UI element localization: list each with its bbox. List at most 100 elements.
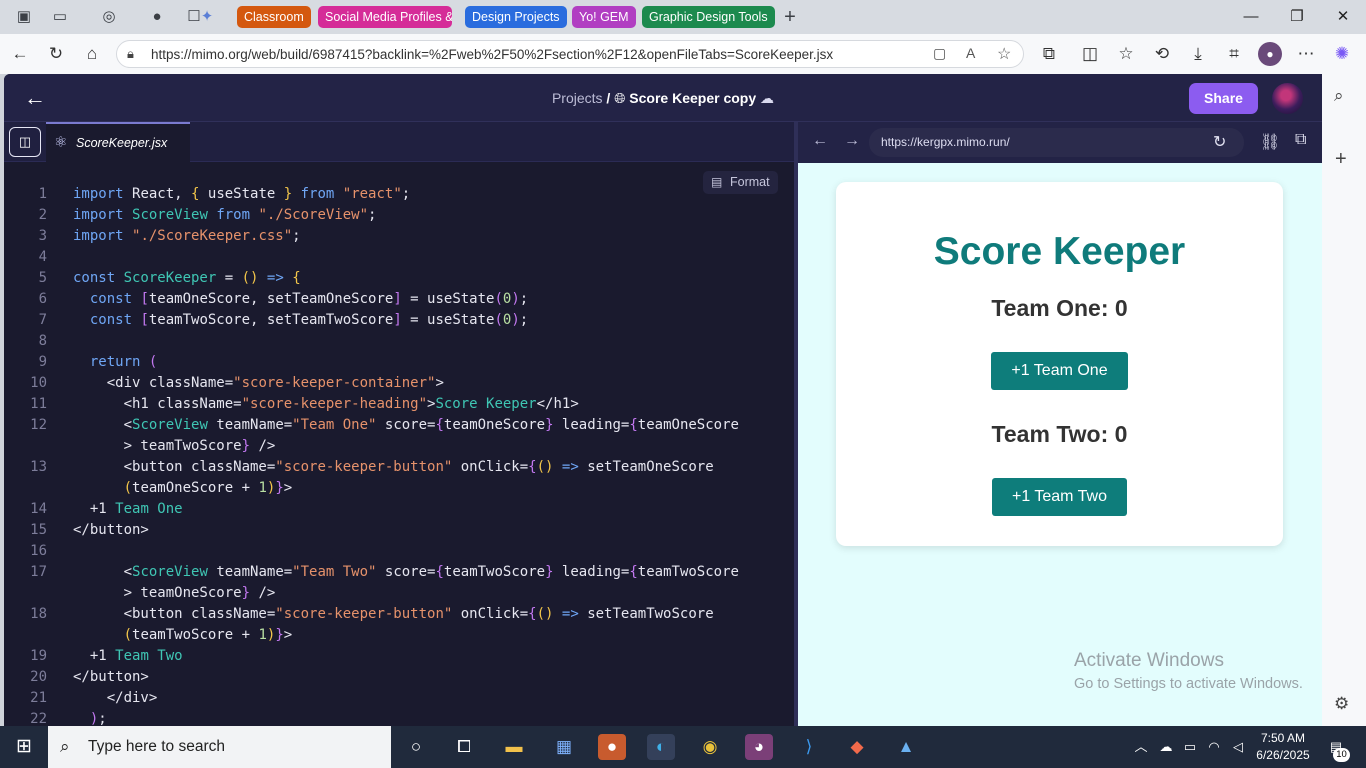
code-token: { [435, 417, 444, 433]
team-one-score: Team One: 0 [991, 295, 1128, 321]
github-tab-icon[interactable]: ● [146, 6, 168, 28]
profile-avatar[interactable]: ● [1258, 42, 1282, 66]
code-line[interactable]: 18 <button className="score-keeper-butto… [4, 604, 794, 625]
read-aloud-icon[interactable]: A [966, 45, 975, 61]
code-text: > teamTwoScore} /> [73, 436, 276, 457]
photos-icon[interactable]: ▲ [892, 734, 920, 760]
volume-icon[interactable]: ◁ [1224, 734, 1252, 760]
code-line[interactable]: 13 <button className="score-keeper-butto… [4, 457, 794, 478]
favorite-star-icon[interactable]: ☆ [997, 44, 1011, 64]
minimize-icon[interactable]: — [1236, 4, 1266, 30]
breadcrumb-projects[interactable]: Projects [552, 90, 603, 106]
share-button[interactable]: Share [1189, 83, 1258, 114]
split-screen-icon[interactable]: ◫ [1078, 42, 1102, 66]
downloads-icon[interactable]: ⤓ [1186, 42, 1210, 66]
code-line[interactable]: 1 import React, { useState } from "react"… [4, 184, 794, 205]
code-line[interactable]: 7 const [teamTwoScore, setTeamTwoScore] … [4, 310, 794, 331]
code-token: </button> [73, 522, 149, 538]
code-line[interactable]: 21 </div> [4, 688, 794, 709]
lock-icon[interactable]: 🔒︎ [127, 46, 134, 62]
preview-reload-icon[interactable]: ↻ [1213, 128, 1226, 157]
app-badge-icon[interactable]: ◕ [745, 734, 773, 760]
code-editor[interactable]: 1 import React, { useState } from "react"… [4, 184, 794, 726]
chrome-icon[interactable]: ◉ [696, 734, 724, 760]
clipboard-icon[interactable]: ▢ [933, 45, 946, 62]
tab-group-yo-gem[interactable]: Yo! GEM [572, 6, 636, 28]
copy-link-icon[interactable]: ⛓ [1260, 132, 1280, 152]
edge-icon[interactable]: ◐ [647, 734, 675, 760]
close-icon[interactable]: ✕ [1328, 4, 1358, 30]
add-icon[interactable]: + [1335, 148, 1347, 171]
more-menu-icon[interactable]: ⋯ [1294, 42, 1318, 66]
code-line[interactable]: 4 [4, 247, 794, 268]
address-bar[interactable]: 🔒︎ https://mimo.org/web/build/6987415?ba… [116, 40, 1024, 68]
code-line[interactable]: 22 ); [4, 709, 794, 726]
code-line[interactable]: > teamTwoScore} /> [4, 436, 794, 457]
figma-icon[interactable]: ◆ [843, 734, 871, 760]
screenshot-icon[interactable]: ⌗ [1222, 42, 1246, 66]
system-clock[interactable]: 7:50 AM 6/26/2025 [1253, 730, 1313, 764]
tab-group-classroom[interactable]: Classroom [237, 6, 311, 28]
code-line[interactable]: 19 +1 Team Two [4, 646, 794, 667]
settings-gear-icon[interactable]: ⚙ [1334, 694, 1349, 714]
code-line[interactable]: 14 +1 Team One [4, 499, 794, 520]
preview-forward-icon[interactable]: → [844, 132, 860, 150]
code-line[interactable]: (teamTwoScore + 1)}> [4, 625, 794, 646]
tray-chevron-icon[interactable]: ︿ [1127, 734, 1155, 760]
extensions-icon[interactable]: ⧉ [1037, 42, 1061, 66]
preview-back-icon[interactable]: ← [812, 132, 828, 150]
code-line[interactable]: (teamOneScore + 1)}> [4, 478, 794, 499]
code-line[interactable]: 20 </button> [4, 667, 794, 688]
code-line[interactable]: 2 import ScoreView from "./ScoreView"; [4, 205, 794, 226]
code-token: teamName= [216, 417, 293, 433]
code-line[interactable]: 16 [4, 541, 794, 562]
team-one-button[interactable]: +1 Team One [991, 352, 1128, 390]
pinned-tab-icon[interactable]: ◎ [98, 6, 120, 28]
code-line[interactable]: 12 <ScoreView teamName="Team One" score=… [4, 415, 794, 436]
home-icon[interactable]: ⌂ [80, 42, 104, 66]
open-external-icon[interactable]: ⧉ [1295, 131, 1306, 149]
team-two-button[interactable]: +1 Team Two [992, 478, 1127, 516]
taskbar-search-box[interactable]: ⌕ Type here to search [48, 726, 391, 768]
vscode-icon[interactable]: ⟩ [795, 734, 823, 760]
code-line[interactable]: 5 const ScoreKeeper = () => { [4, 268, 794, 289]
code-line[interactable]: 15 </button> [4, 520, 794, 541]
code-line[interactable]: 9 return ( [4, 352, 794, 373]
preview-pane: Score Keeper Team One: 0 +1 Team One Tea… [798, 163, 1322, 726]
cortana-icon[interactable]: ○ [402, 734, 430, 760]
code-line[interactable]: 10 <div className="score-keeper-containe… [4, 373, 794, 394]
new-tab-icon[interactable]: + [779, 6, 801, 28]
code-token: <button className= [73, 606, 276, 622]
store-icon[interactable]: ▦ [550, 734, 578, 760]
file-explorer-icon[interactable]: ▬ [500, 734, 528, 760]
preview-url-bar[interactable]: https://kergpx.mimo.run/ ↻ [869, 128, 1244, 157]
windows-start-icon[interactable]: ⊞ [10, 734, 38, 760]
search-icon[interactable]: ⌕ [1334, 86, 1344, 106]
history-icon[interactable]: ⟲ [1150, 42, 1174, 66]
task-view-icon[interactable]: ⧠ [450, 734, 478, 760]
tab-actions-icon[interactable]: ▭ [49, 6, 71, 28]
copilot-icon[interactable]: ✺ [1330, 42, 1354, 66]
restore-icon[interactable]: ❐ [1282, 4, 1312, 30]
tab-group-graphic-design[interactable]: Graphic Design Tools [642, 6, 775, 28]
code-text: +1 Team Two [73, 646, 183, 667]
code-line[interactable]: 17 <ScoreView teamName="Team Two" score=… [4, 562, 794, 583]
url-text[interactable]: https://mimo.org/web/build/6987415?backl… [151, 47, 833, 62]
code-line[interactable]: 3 import "./ScoreKeeper.css"; [4, 226, 794, 247]
tab-group-design-projects[interactable]: Design Projects [465, 6, 567, 28]
workspaces-icon[interactable]: ▣ [13, 6, 35, 28]
code-line[interactable]: 6 const [teamOneScore, setTeamOneScore] … [4, 289, 794, 310]
code-line[interactable]: > teamOneScore} /> [4, 583, 794, 604]
code-line[interactable]: 8 [4, 331, 794, 352]
favorites-icon[interactable]: ☆ [1114, 42, 1138, 66]
tab-group-social-media[interactable]: Social Media Profiles & [318, 6, 452, 28]
back-icon[interactable]: ← [8, 42, 32, 66]
app-notify-icon[interactable]: ● [598, 734, 626, 760]
user-avatar[interactable] [1272, 83, 1303, 114]
code-line[interactable]: 11 <h1 className="score-keeper-heading">… [4, 394, 794, 415]
sidebar-toggle-icon[interactable]: ◫ [9, 127, 41, 157]
copilot-tab-icon[interactable]: ✦ [196, 6, 218, 28]
breadcrumb-separator: / [606, 90, 611, 106]
reload-icon[interactable]: ↻ [44, 42, 68, 66]
file-tab-scorekeeper[interactable]: ⚛ ScoreKeeper.jsx [46, 122, 190, 162]
